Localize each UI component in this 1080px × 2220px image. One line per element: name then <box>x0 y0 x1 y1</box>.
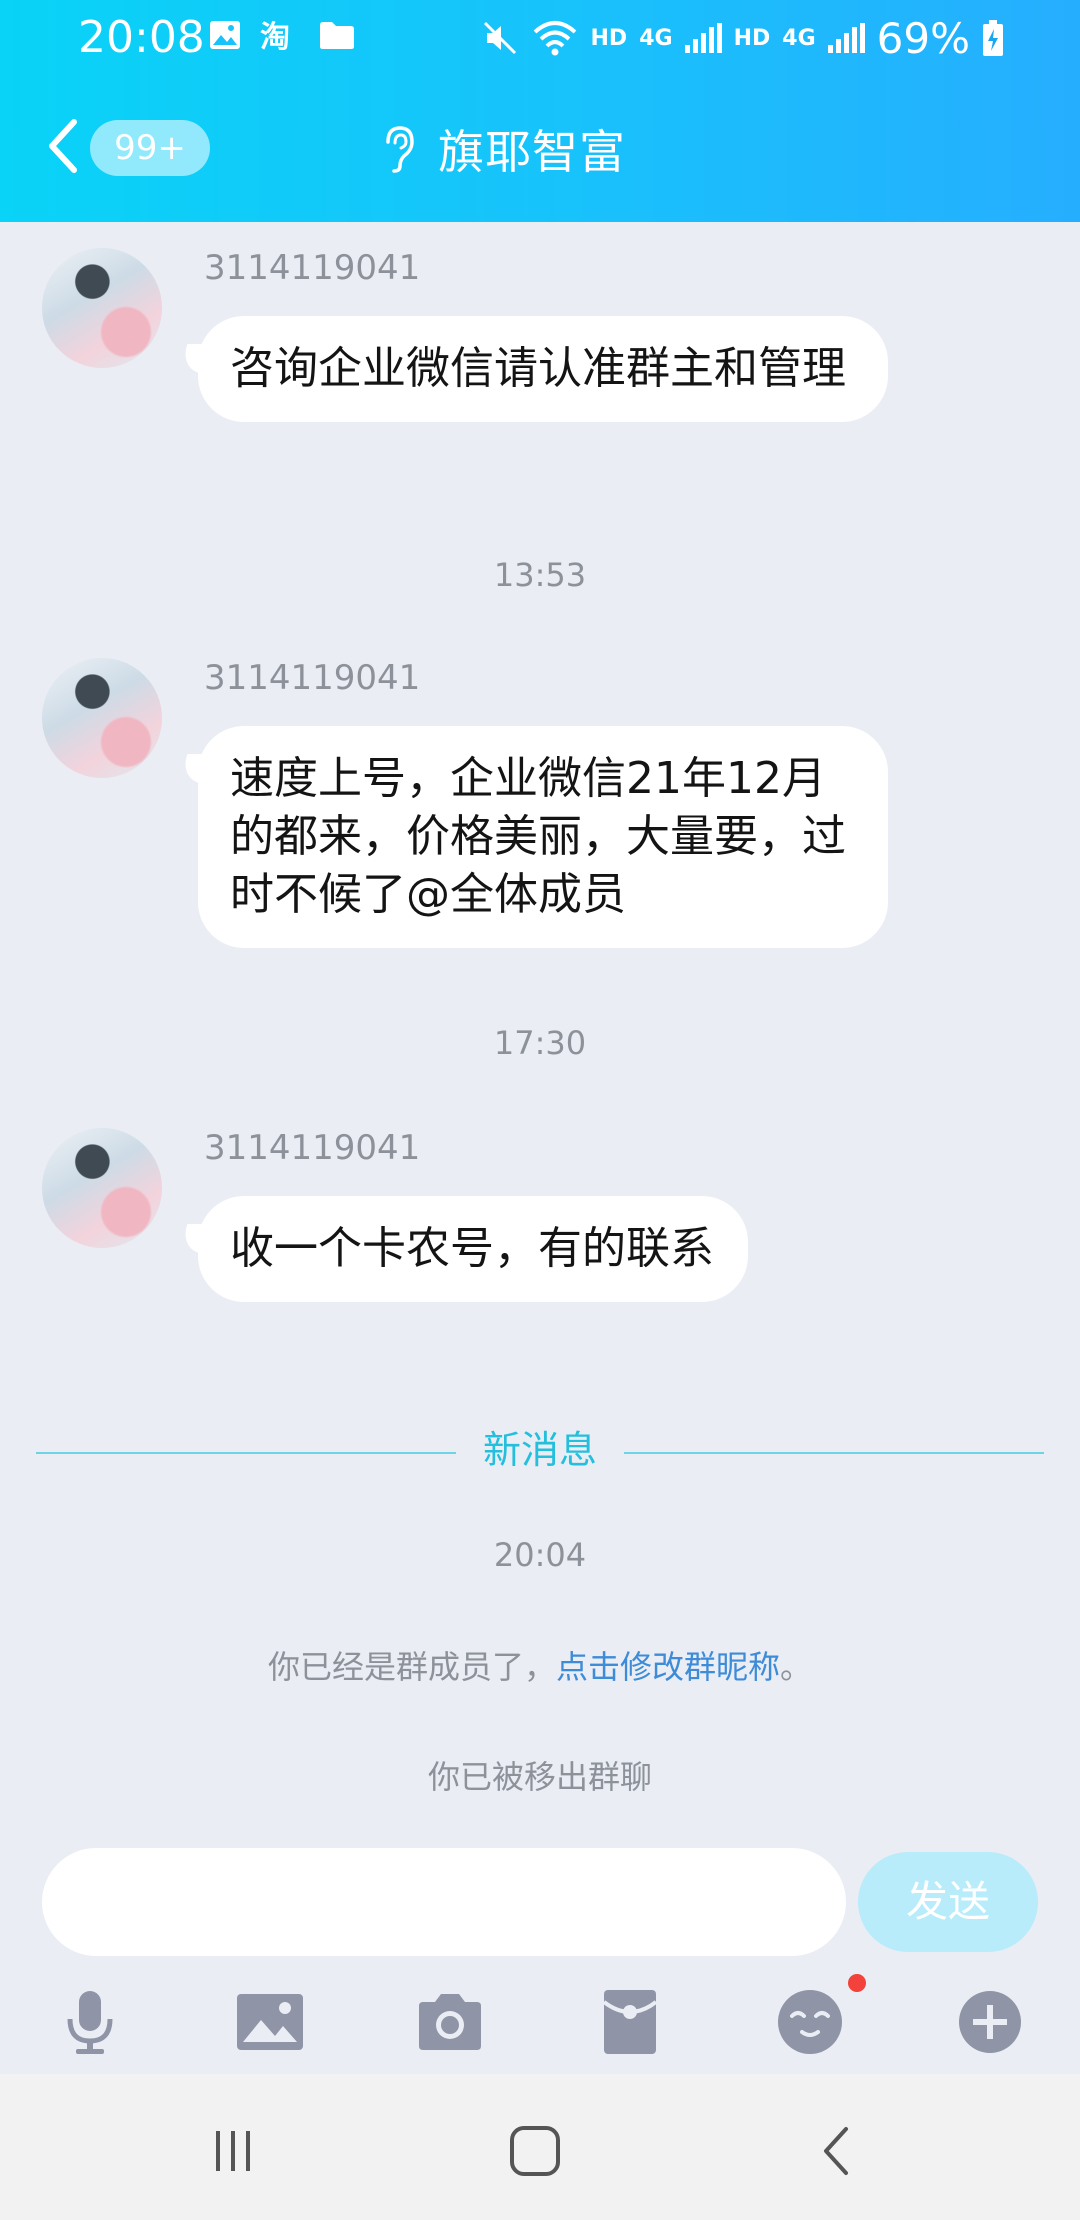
recent-apps-icon <box>216 2131 250 2171</box>
membership-suffix: 。 <box>780 1648 813 1686</box>
back-button[interactable] <box>44 116 84 176</box>
system-navigation-bar <box>0 2074 1080 2220</box>
emoji-icon <box>778 1990 842 2054</box>
nav-back-button[interactable] <box>802 2116 872 2186</box>
sender-avatar[interactable] <box>42 248 162 368</box>
photo-button[interactable] <box>230 1982 310 2062</box>
ear-icon <box>386 126 414 173</box>
network-label-1: HD <box>590 25 628 51</box>
image-icon <box>237 1994 303 2050</box>
mute-icon <box>483 21 516 55</box>
svg-text:淘: 淘 <box>260 20 290 52</box>
timestamp: 13:53 <box>493 556 587 594</box>
send-button[interactable]: 发送 <box>858 1852 1038 1952</box>
signal-icon <box>827 23 865 53</box>
red-packet-icon <box>602 1990 658 2054</box>
sender-name[interactable]: 3114119041 <box>204 658 420 698</box>
voice-button[interactable] <box>50 1982 130 2062</box>
recent-apps-button[interactable] <box>198 2116 268 2186</box>
battery-charging-icon <box>983 20 1003 56</box>
unread-count-badge[interactable]: 99+ <box>90 120 210 176</box>
status-notification-icons: 淘 <box>208 18 356 52</box>
network-label-2: HD <box>733 25 771 51</box>
more-button[interactable] <box>950 1982 1030 2062</box>
camera-button[interactable] <box>410 1982 490 2062</box>
status-bar: 20:08 淘 HD 4G HD 4G 69% <box>0 0 1080 76</box>
status-system-icons: HD 4G HD 4G 69% <box>481 10 1004 66</box>
network-type-1: 4G <box>639 25 673 51</box>
taobao-icon: 淘 <box>260 20 290 52</box>
home-button[interactable] <box>500 2116 570 2186</box>
network-type-2: 4G <box>782 25 816 51</box>
new-messages-label: 新消息 <box>482 1428 597 1472</box>
microphone-icon <box>67 1991 113 2054</box>
folder-icon <box>320 22 354 49</box>
membership-text: 你已经是群成员了， <box>267 1648 556 1686</box>
red-packet-button[interactable] <box>590 1982 670 2062</box>
battery-percent: 69% <box>876 13 970 63</box>
camera-icon <box>419 1994 481 2050</box>
message-bubble[interactable]: 速度上号，企业微信21年12月的都来，价格美丽，大量要，过时不候了@全体成员 <box>198 726 888 948</box>
image-icon <box>210 21 240 49</box>
wifi-icon <box>533 21 576 56</box>
notification-dot <box>848 1974 866 1992</box>
home-icon <box>510 2126 560 2176</box>
plus-icon <box>959 1991 1021 2053</box>
signal-icon <box>684 23 722 53</box>
top-bar: 20:08 淘 HD 4G HD 4G 69% 99+ 旗耶智富 <box>0 0 1080 222</box>
sender-name[interactable]: 3114119041 <box>204 248 420 288</box>
new-messages-divider: 新消息 <box>36 1420 1044 1480</box>
input-toolbar <box>0 1964 1080 2074</box>
back-icon <box>824 2127 848 2175</box>
status-time: 20:08 <box>78 12 205 63</box>
sender-name[interactable]: 3114119041 <box>204 1128 420 1168</box>
chat-title-area[interactable]: 旗耶智富 <box>380 114 626 184</box>
system-message-membership: 你已经是群成员了，点击修改群昵称。 <box>0 1642 1080 1688</box>
emoji-button[interactable] <box>770 1982 850 2062</box>
timestamp: 17:30 <box>493 1024 587 1062</box>
message-input[interactable] <box>42 1848 846 1956</box>
sender-avatar[interactable] <box>42 1128 162 1248</box>
divider-line <box>624 1452 1044 1454</box>
edit-group-nickname-link[interactable]: 点击修改群昵称 <box>556 1648 780 1686</box>
system-message-removed: 你已被移出群聊 <box>427 1758 652 1796</box>
chat-title: 旗耶智富 <box>438 125 626 179</box>
timestamp: 20:04 <box>493 1536 587 1574</box>
message-bubble[interactable]: 收一个卡农号，有的联系 <box>198 1196 748 1302</box>
sender-avatar[interactable] <box>42 658 162 778</box>
message-bubble[interactable]: 咨询企业微信请认准群主和管理 <box>198 316 888 422</box>
